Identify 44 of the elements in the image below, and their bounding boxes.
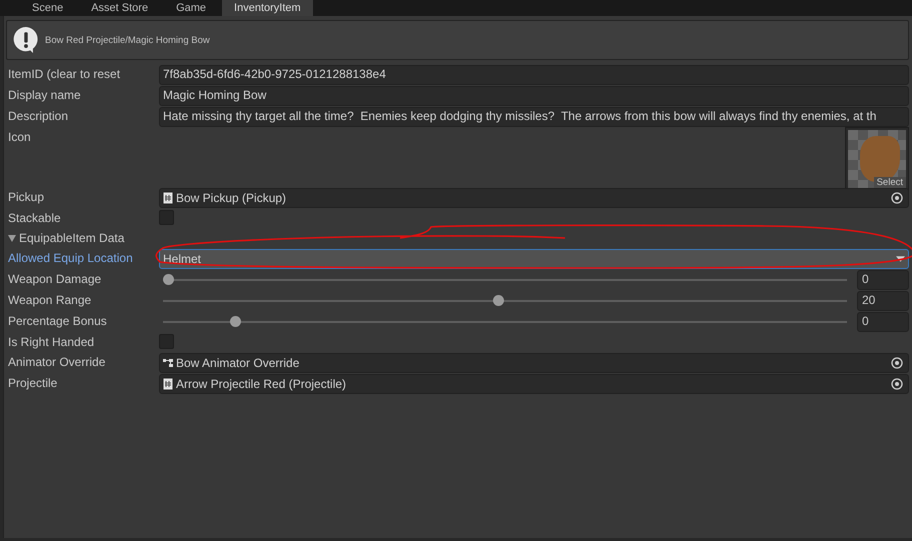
property-label: Pickup bbox=[8, 189, 46, 206]
caret-icon bbox=[896, 256, 905, 262]
property-label: ItemID (clear to reset bbox=[8, 66, 122, 83]
editor-tab[interactable]: InventoryItem bbox=[222, 0, 313, 16]
foldout-header[interactable]: EquipableItem Data bbox=[8, 228, 124, 248]
script-icon bbox=[163, 378, 173, 390]
editor-tab[interactable]: Scene bbox=[20, 0, 76, 16]
property-label: Allowed Equip Location bbox=[8, 250, 134, 267]
slider-thumb[interactable] bbox=[163, 274, 174, 285]
property-label: Description bbox=[8, 108, 70, 125]
object-picker-icon[interactable] bbox=[891, 357, 903, 369]
property-label: Projectile bbox=[8, 375, 58, 392]
number-field[interactable]: 0 bbox=[857, 312, 909, 332]
number-field[interactable]: 20 bbox=[857, 291, 909, 311]
asset-title: Bow Red Projectile/Magic Homing Bow bbox=[45, 34, 210, 46]
object-picker-icon[interactable] bbox=[891, 378, 903, 390]
number-field[interactable]: 0 bbox=[857, 270, 909, 290]
script-icon bbox=[163, 192, 173, 204]
checkbox[interactable] bbox=[159, 334, 174, 349]
text-field[interactable]: Hate missing thy target all the time? Enemies keep dodging thy missiles? The arrows from this bow will always find thy enemies, at th bbox=[159, 107, 909, 127]
property-label: Stackable bbox=[8, 210, 62, 227]
editor-tab[interactable]: Game bbox=[164, 0, 218, 16]
slider-thumb[interactable] bbox=[230, 316, 242, 327]
text-field[interactable]: Magic Homing Bow bbox=[159, 86, 909, 106]
property-label: Weapon Damage bbox=[8, 271, 102, 288]
object-field[interactable]: Arrow Projectile Red (Projectile) bbox=[159, 374, 909, 394]
editor-tab[interactable]: Asset Store bbox=[79, 0, 160, 16]
slider-thumb[interactable] bbox=[492, 295, 504, 306]
property-label: Display name bbox=[8, 87, 82, 104]
animator-icon bbox=[163, 357, 173, 369]
dropdown[interactable]: Helmet bbox=[159, 249, 909, 269]
property-label: Is Right Handed bbox=[8, 334, 96, 351]
property-label: Weapon Range bbox=[8, 292, 92, 309]
property-label: Percentage Bonus bbox=[8, 313, 108, 330]
property-label: Icon bbox=[8, 129, 32, 146]
select-button[interactable]: Select bbox=[874, 177, 906, 188]
warning-icon bbox=[13, 26, 39, 54]
text-field[interactable]: 7f8ab35d-6fd6-42b0-9725-0121288138e4 bbox=[159, 65, 909, 85]
property-label: Animator Override bbox=[8, 354, 106, 371]
object-field[interactable]: Bow Pickup (Pickup) bbox=[159, 188, 909, 208]
object-picker-icon[interactable] bbox=[891, 192, 903, 204]
sprite-field[interactable]: Select bbox=[845, 127, 909, 191]
object-field[interactable]: Bow Animator Override bbox=[159, 353, 909, 373]
checkbox[interactable] bbox=[159, 210, 174, 225]
